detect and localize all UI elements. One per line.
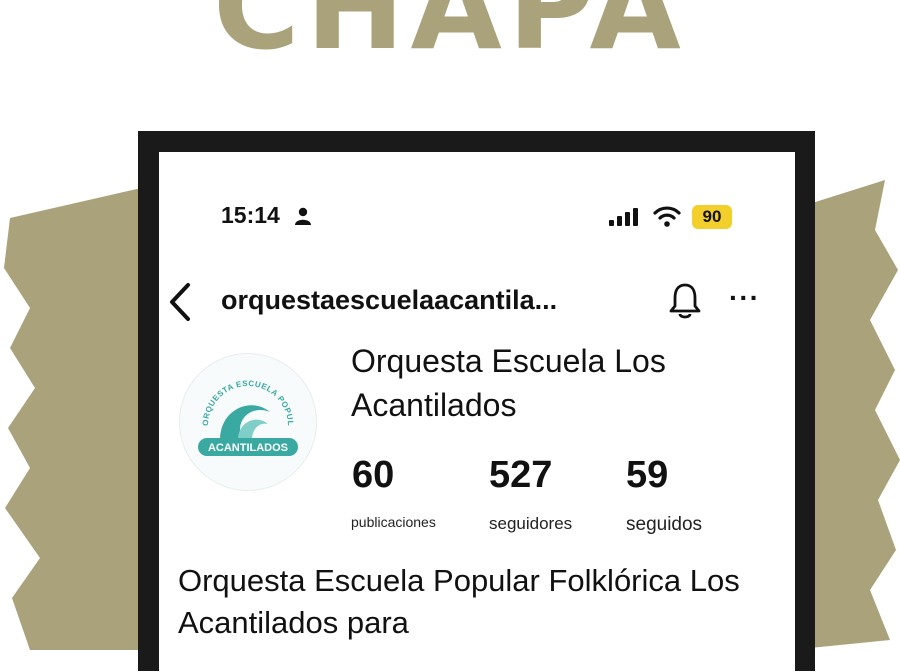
wifi-icon [653,206,681,227]
profile-bio: Orquesta Escuela Popular Folklórica Los … [178,563,740,640]
profile-display-name: Orquesta Escuela Los Acantilados [351,343,666,423]
avatar[interactable]: ORQUESTA ESCUELA POPULAR FOLKLÓRICA ACAN… [177,347,317,491]
brush-stroke-left [4,186,160,650]
person-icon [295,207,311,225]
status-time: 15:14 [221,202,280,228]
bell-icon[interactable] [668,282,702,320]
headline: CHAPA [213,0,687,76]
posts-count[interactable]: 60 [352,454,394,497]
profile-username: orquestaescuelaacantila... [221,285,558,315]
battery-indicator: 90 [692,205,732,229]
signal-bars-icon [609,208,638,226]
acantilados-logo: ORQUESTA ESCUELA POPULAR FOLKLÓRICA ACAN… [177,347,298,456]
followers-label: seguidores [489,514,573,533]
more-options-icon[interactable]: ··· [729,282,760,314]
following-label: seguidos [626,514,703,535]
following-count[interactable]: 59 [626,454,668,497]
chevron-left-icon[interactable] [167,282,193,322]
posts-label: publicaciones [351,514,436,530]
instagram-profile-screen: 15:14 90 orquestaescuelaacantila... ··· … [159,152,795,672]
logo-banner: ACANTILADOS [208,442,288,454]
followers-count[interactable]: 527 [489,454,552,497]
